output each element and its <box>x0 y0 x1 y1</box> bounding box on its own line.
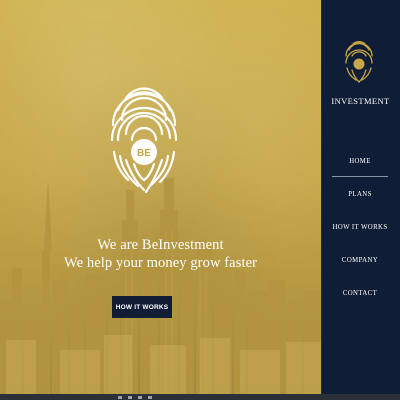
page: BE We are BeInvestment We help your mone… <box>0 0 400 400</box>
brand-name[interactable]: INVESTMENT <box>321 96 400 106</box>
how-it-works-button[interactable]: HOW IT WORKS <box>112 296 172 318</box>
fingerprint-emblem-icon[interactable] <box>344 36 374 84</box>
taskbar-icons <box>118 394 152 400</box>
nav-item-contact[interactable]: CONTACT <box>332 284 388 317</box>
fingerprint-icon: BE <box>110 87 178 194</box>
taskbar-app-icon[interactable] <box>148 395 152 399</box>
taskbar-app-icon[interactable] <box>118 395 122 399</box>
nav-item-home[interactable]: HOME <box>332 152 388 185</box>
main-nav: HOME PLANS HOW IT WORKS COMPANY CONTACT <box>332 152 388 317</box>
hero-tagline-line-1: We are BeInvestment <box>97 237 224 253</box>
os-taskbar <box>0 394 400 400</box>
hero-tagline: We are BeInvestment We help your money g… <box>0 236 321 272</box>
nav-item-how-it-works[interactable]: HOW IT WORKS <box>332 218 388 251</box>
hero-logo-monogram: BE <box>137 148 151 159</box>
taskbar-app-icon[interactable] <box>128 395 132 399</box>
hero-tagline-line-2: We help your money grow faster <box>63 255 258 271</box>
nav-item-plans[interactable]: PLANS <box>332 185 388 218</box>
nav-item-company[interactable]: COMPANY <box>332 251 388 284</box>
taskbar-app-icon[interactable] <box>138 395 142 399</box>
hero-section: BE We are BeInvestment We help your mone… <box>0 0 321 400</box>
